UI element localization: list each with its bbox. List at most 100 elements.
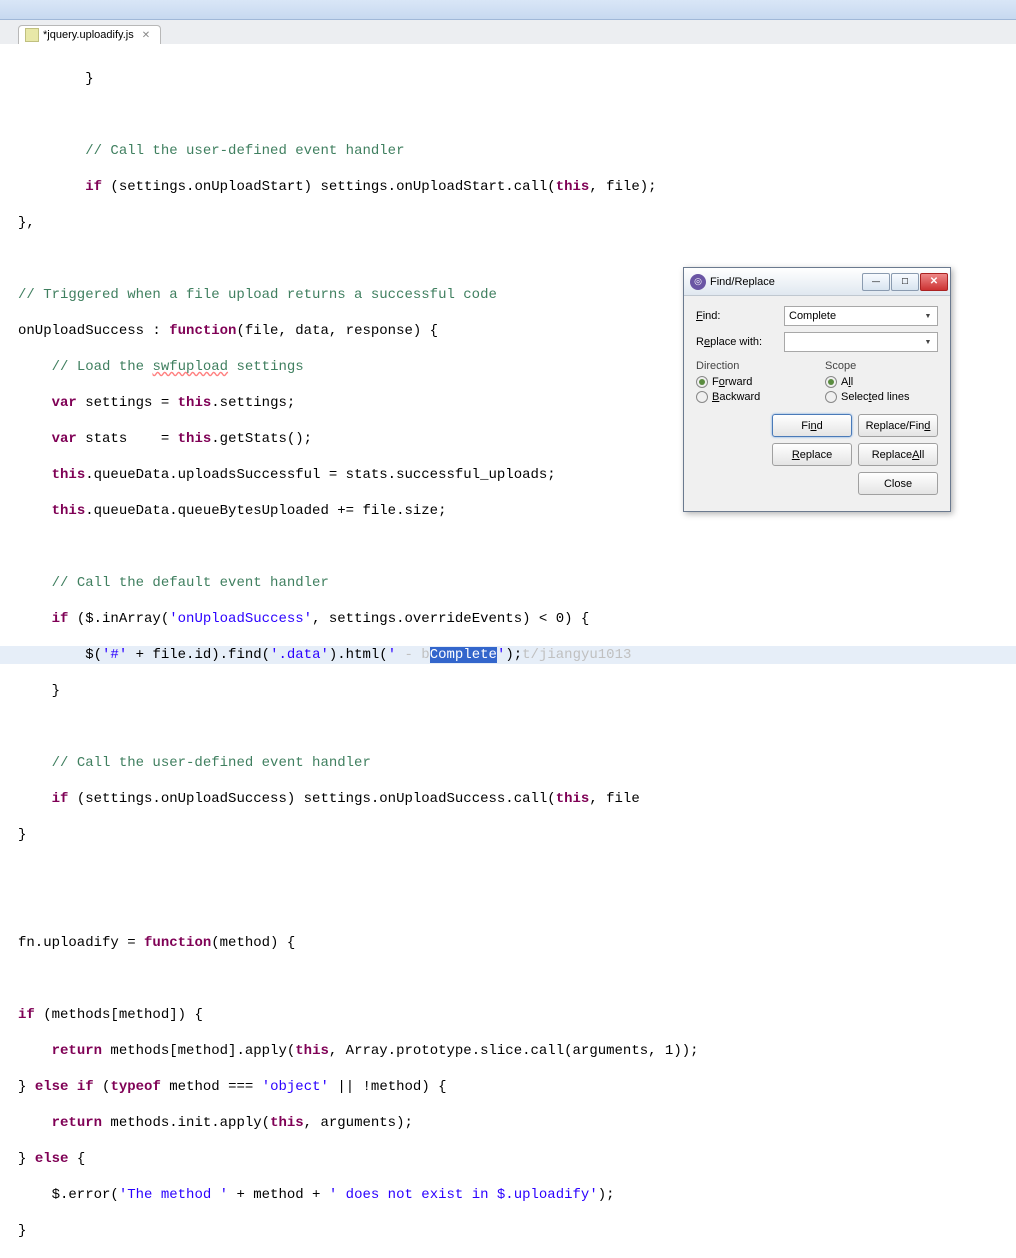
radio-backward[interactable]: Backward bbox=[696, 391, 809, 403]
comment: // Triggered when a file upload returns … bbox=[18, 287, 497, 303]
comment: // Call the user-defined event handler bbox=[52, 755, 371, 771]
code: method === bbox=[161, 1079, 262, 1095]
keyword: function bbox=[169, 323, 236, 339]
dialog-title: Find/Replace bbox=[710, 276, 775, 288]
toolbar-strip bbox=[0, 0, 1016, 20]
find-value: Complete bbox=[789, 310, 836, 322]
watermark: - b bbox=[405, 647, 430, 663]
string: '#' bbox=[102, 647, 127, 663]
keyword: this bbox=[270, 1115, 304, 1131]
code bbox=[18, 359, 52, 375]
comment: settings bbox=[228, 359, 304, 375]
close-button[interactable]: ✕ bbox=[920, 273, 948, 291]
code bbox=[18, 179, 85, 195]
close-icon[interactable]: ✕ bbox=[142, 30, 150, 41]
code bbox=[68, 1079, 76, 1095]
code: ( bbox=[94, 1079, 111, 1095]
comment: // Call the user-defined event handler bbox=[85, 143, 404, 159]
comment: // Load the bbox=[52, 359, 153, 375]
scope-title: Scope bbox=[825, 360, 938, 372]
comment: // Call the default event handler bbox=[52, 575, 329, 591]
code: stats = bbox=[77, 431, 178, 447]
dialog-titlebar[interactable]: ◎ Find/Replace — ☐ ✕ bbox=[684, 268, 950, 296]
radio-icon bbox=[825, 391, 837, 403]
string: '.data' bbox=[270, 647, 329, 663]
code bbox=[18, 575, 52, 591]
code: onUploadSuccess : bbox=[18, 323, 169, 339]
code: fn.uploadify = bbox=[18, 935, 144, 951]
code-editor[interactable]: } // Call the user-defined event handler… bbox=[0, 44, 1016, 1258]
code: (settings.onUploadStart) settings.onUplo… bbox=[102, 179, 556, 195]
keyword: this bbox=[556, 791, 590, 807]
code: } bbox=[18, 71, 94, 87]
string: 'onUploadSuccess' bbox=[169, 611, 312, 627]
keyword: return bbox=[52, 1043, 102, 1059]
maximize-button[interactable]: ☐ bbox=[891, 273, 919, 291]
string: ' does not exist in $.uploadify' bbox=[329, 1187, 598, 1203]
direction-group: Direction Forward Backward bbox=[696, 360, 809, 406]
code: + method + bbox=[228, 1187, 329, 1203]
code bbox=[18, 503, 52, 519]
maximize-icon: ☐ bbox=[901, 277, 908, 286]
dialog-body: Find: Complete ▼ Replace with: ▼ Directi… bbox=[684, 296, 950, 511]
code: .getStats(); bbox=[211, 431, 312, 447]
radio-icon bbox=[696, 391, 708, 403]
close-dialog-button[interactable]: Close bbox=[858, 472, 938, 495]
find-input[interactable]: Complete ▼ bbox=[784, 306, 938, 326]
minimize-button[interactable]: — bbox=[862, 273, 890, 291]
tab-file[interactable]: *jquery.uploadify.js ✕ bbox=[18, 25, 161, 44]
eclipse-icon: ◎ bbox=[690, 274, 706, 290]
keyword: this bbox=[52, 467, 86, 483]
code: + file.id).find( bbox=[127, 647, 270, 663]
code: methods[method].apply( bbox=[102, 1043, 295, 1059]
keyword: this bbox=[295, 1043, 329, 1059]
code bbox=[18, 791, 52, 807]
chevron-down-icon[interactable]: ▼ bbox=[921, 335, 935, 349]
code: ); bbox=[505, 647, 522, 663]
replace-all-button[interactable]: Replace All bbox=[858, 443, 938, 466]
string: 'The method ' bbox=[119, 1187, 228, 1203]
radio-icon bbox=[825, 376, 837, 388]
keyword: var bbox=[52, 395, 77, 411]
keyword: this bbox=[178, 431, 212, 447]
find-button[interactable]: Find bbox=[772, 414, 852, 437]
code: settings = bbox=[77, 395, 178, 411]
selection[interactable]: Complete bbox=[430, 647, 497, 663]
keyword: else bbox=[35, 1079, 69, 1095]
code: } bbox=[18, 827, 26, 843]
keyword: var bbox=[52, 431, 77, 447]
code bbox=[18, 143, 85, 159]
code bbox=[18, 467, 52, 483]
keyword: if bbox=[77, 1079, 94, 1095]
chevron-down-icon[interactable]: ▼ bbox=[921, 309, 935, 323]
keyword: return bbox=[52, 1115, 102, 1131]
keyword: else bbox=[35, 1151, 69, 1167]
string: ' bbox=[388, 647, 405, 663]
code bbox=[18, 395, 52, 411]
code: .queueData.queueBytesUploaded += file.si… bbox=[85, 503, 446, 519]
code bbox=[18, 1043, 52, 1059]
radio-all[interactable]: All bbox=[825, 376, 938, 388]
replace-input[interactable]: ▼ bbox=[784, 332, 938, 352]
replace-find-button[interactable]: Replace/Find bbox=[858, 414, 938, 437]
radio-forward[interactable]: Forward bbox=[696, 376, 809, 388]
radio-selected-lines[interactable]: Selected lines bbox=[825, 391, 938, 403]
code: ($.inArray( bbox=[68, 611, 169, 627]
keyword: this bbox=[178, 395, 212, 411]
keyword: if bbox=[52, 791, 69, 807]
code: , file bbox=[589, 791, 639, 807]
keyword: this bbox=[556, 179, 590, 195]
code bbox=[18, 431, 52, 447]
tab-title: *jquery.uploadify.js bbox=[43, 29, 134, 41]
code: } bbox=[18, 1223, 26, 1239]
code: ); bbox=[598, 1187, 615, 1203]
keyword: function bbox=[144, 935, 211, 951]
js-file-icon bbox=[25, 28, 39, 42]
minimize-icon: — bbox=[872, 277, 880, 286]
code: .queueData.uploadsSuccessful = stats.suc… bbox=[85, 467, 555, 483]
code: ).html( bbox=[329, 647, 388, 663]
code: (file, data, response) { bbox=[236, 323, 438, 339]
code: } bbox=[18, 683, 60, 699]
replace-button[interactable]: Replace bbox=[772, 443, 852, 466]
code: , Array.prototype.slice.call(arguments, … bbox=[329, 1043, 699, 1059]
